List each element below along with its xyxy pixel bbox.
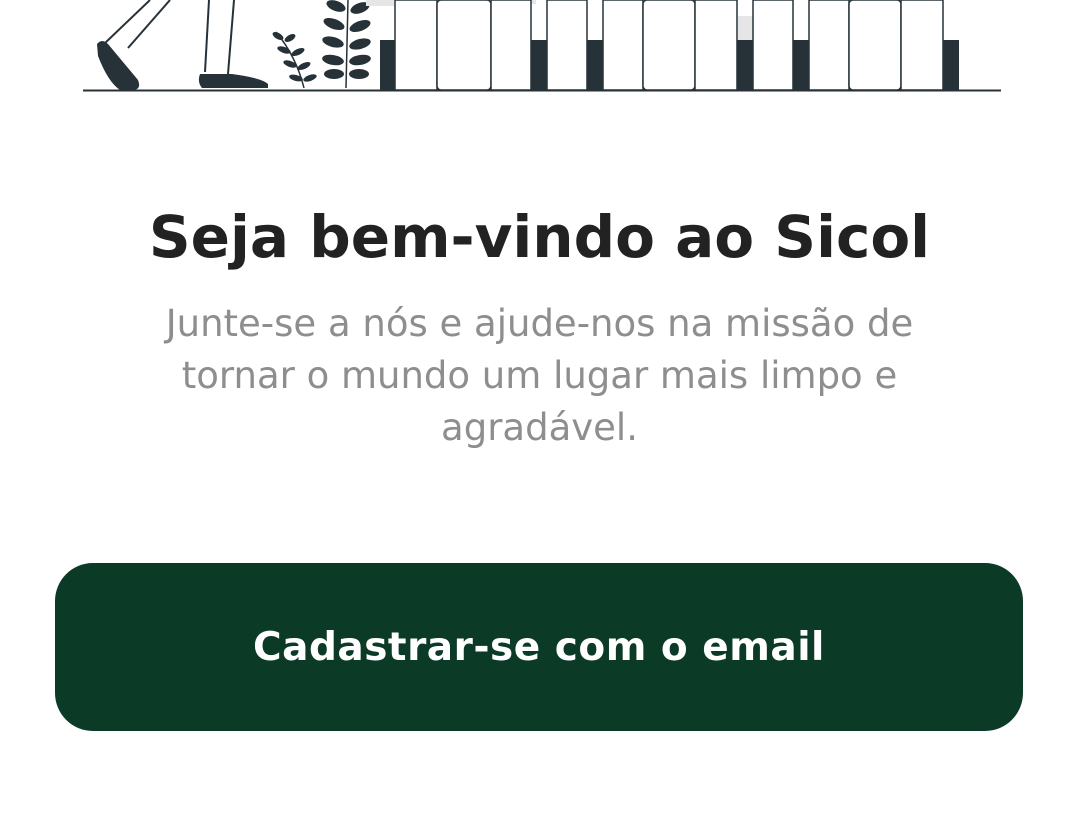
shoe-icon xyxy=(97,41,268,90)
small-plant-icon xyxy=(272,31,317,89)
signup-button-label: Cadastrar-se com o email xyxy=(253,624,825,670)
signup-with-email-button[interactable]: Cadastrar-se com o email xyxy=(55,563,1023,731)
recycling-bins-icon xyxy=(380,0,959,91)
tall-plant-icon xyxy=(322,0,371,89)
welcome-illustration xyxy=(83,0,1001,92)
welcome-title: Seja bem-vindo ao Sicol xyxy=(148,203,931,271)
welcome-subtitle: Junte-se a nós e ajude-nos na missão de … xyxy=(165,302,914,449)
